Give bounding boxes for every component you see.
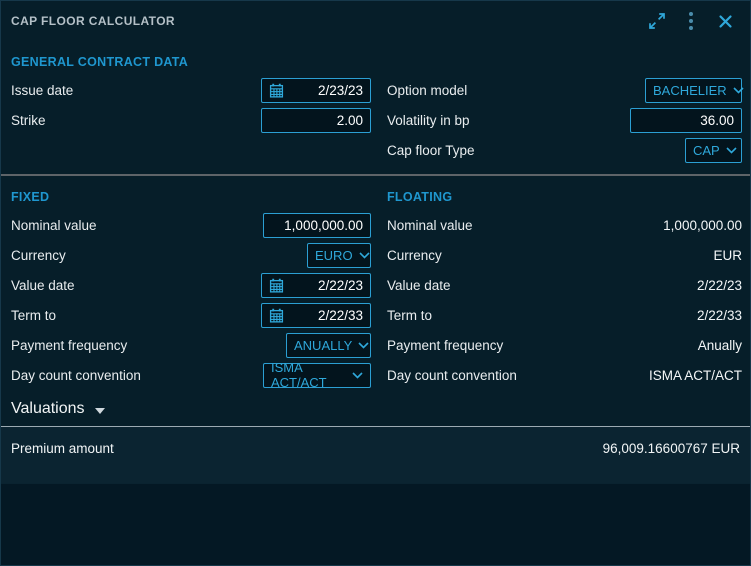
issue-date-label: Issue date xyxy=(11,83,73,98)
field-option-model: Option model BACHELIER xyxy=(387,75,742,105)
floating-term-to-label: Term to xyxy=(387,308,432,323)
field-cap-floor-type: Cap floor Type CAP xyxy=(387,135,742,165)
issue-date-value: 2/23/23 xyxy=(318,83,363,98)
strike-input[interactable]: 2.00 xyxy=(261,108,371,133)
fixed-term-to-value: 2/22/33 xyxy=(318,308,363,323)
general-right-spacer xyxy=(387,53,742,71)
volatility-input[interactable]: 36.00 xyxy=(630,108,742,133)
floating-day-count-value: ISMA ACT/ACT xyxy=(649,368,742,383)
cap-floor-type-select[interactable]: CAP xyxy=(685,138,742,163)
option-model-label: Option model xyxy=(387,83,467,98)
bottom-filler xyxy=(1,483,750,565)
premium-amount-value: 96,009.16600767 EUR xyxy=(603,441,740,456)
caret-down-icon[interactable] xyxy=(95,408,105,414)
strike-value: 2.00 xyxy=(337,113,363,128)
fixed-value-date-label: Value date xyxy=(11,278,75,293)
field-volatility: Volatility in bp 36.00 xyxy=(387,105,742,135)
floating-currency-label: Currency xyxy=(387,248,442,263)
field-floating-nominal: Nominal value 1,000,000.00 xyxy=(387,210,742,240)
valuations-title: Valuations xyxy=(11,400,85,418)
floating-payment-frequency-value: Anually xyxy=(698,338,742,353)
fixed-payment-frequency-select[interactable]: ANUALLY xyxy=(286,333,371,358)
field-floating-payment-frequency: Payment frequency Anually xyxy=(387,330,742,360)
fixed-nominal-input[interactable]: 1,000,000.00 xyxy=(263,213,371,238)
field-fixed-nominal: Nominal value 1,000,000.00 xyxy=(11,210,371,240)
fixed-term-to-label: Term to xyxy=(11,308,56,323)
floating-nominal-label: Nominal value xyxy=(387,218,473,233)
valuations-header[interactable]: Valuations xyxy=(1,392,750,426)
fixed-day-count-select[interactable]: ISMA ACT/ACT xyxy=(263,363,371,388)
fixed-payment-frequency-value: ANUALLY xyxy=(294,338,352,353)
volatility-label: Volatility in bp xyxy=(387,113,470,128)
chevron-down-icon xyxy=(726,147,737,154)
calendar-icon[interactable] xyxy=(269,278,284,293)
section-general-contract-data: GENERAL CONTRACT DATA Issue date xyxy=(1,41,750,165)
field-fixed-day-count: Day count convention ISMA ACT/ACT xyxy=(11,360,371,390)
chevron-down-icon xyxy=(359,252,370,259)
floating-payment-frequency-label: Payment frequency xyxy=(387,338,503,353)
fixed-day-count-label: Day count convention xyxy=(11,368,141,383)
cap-floor-type-label: Cap floor Type xyxy=(387,143,475,158)
fixed-nominal-label: Nominal value xyxy=(11,218,97,233)
fixed-value-date-value: 2/22/23 xyxy=(318,278,363,293)
field-fixed-payment-frequency: Payment frequency ANUALLY xyxy=(11,330,371,360)
cap-floor-calculator-window: CAP FLOOR CALCULATOR GENERAL CONTRACT DA… xyxy=(0,0,751,566)
cap-floor-type-value: CAP xyxy=(693,143,720,158)
field-floating-value-date: Value date 2/22/23 xyxy=(387,270,742,300)
calendar-icon[interactable] xyxy=(269,308,284,323)
strike-label: Strike xyxy=(11,113,46,128)
floating-value-date-value: 2/22/23 xyxy=(697,278,742,293)
fixed-currency-label: Currency xyxy=(11,248,66,263)
chevron-down-icon xyxy=(352,372,363,379)
issue-date-input[interactable]: 2/23/23 xyxy=(261,78,371,103)
close-icon[interactable] xyxy=(712,8,738,34)
field-fixed-currency: Currency EURO xyxy=(11,240,371,270)
fixed-value-date-input[interactable]: 2/22/23 xyxy=(261,273,371,298)
calendar-icon[interactable] xyxy=(269,83,284,98)
general-section-title: GENERAL CONTRACT DATA xyxy=(11,53,371,71)
chevron-down-icon xyxy=(358,342,369,349)
floating-nominal-value: 1,000,000.00 xyxy=(663,218,742,233)
floating-day-count-label: Day count convention xyxy=(387,368,517,383)
fixed-currency-select[interactable]: EURO xyxy=(307,243,371,268)
premium-amount-label: Premium amount xyxy=(11,441,114,456)
section-fixed-floating: FIXED Nominal value 1,000,000.00 Currenc… xyxy=(1,176,750,390)
option-model-select[interactable]: BACHELIER xyxy=(645,78,742,103)
floating-column: FLOATING Nominal value 1,000,000.00 Curr… xyxy=(381,188,750,390)
fixed-day-count-value: ISMA ACT/ACT xyxy=(271,360,346,390)
volatility-value: 36.00 xyxy=(700,113,734,128)
field-floating-term-to: Term to 2/22/33 xyxy=(387,300,742,330)
field-fixed-term-to: Term to xyxy=(11,300,371,330)
floating-value-date-label: Value date xyxy=(387,278,451,293)
fixed-column: FIXED Nominal value 1,000,000.00 Currenc… xyxy=(1,188,381,390)
field-floating-day-count: Day count convention ISMA ACT/ACT xyxy=(387,360,742,390)
window-title: CAP FLOOR CALCULATOR xyxy=(11,14,175,28)
titlebar: CAP FLOOR CALCULATOR xyxy=(1,1,750,41)
premium-amount-row: Premium amount 96,009.16600767 EUR xyxy=(1,427,750,483)
chevron-down-icon xyxy=(733,87,744,94)
field-strike: Strike 2.00 xyxy=(11,105,371,135)
fixed-section-title: FIXED xyxy=(11,188,371,206)
expand-icon[interactable] xyxy=(644,8,670,34)
fixed-term-to-input[interactable]: 2/22/33 xyxy=(261,303,371,328)
field-floating-currency: Currency EUR xyxy=(387,240,742,270)
option-model-value: BACHELIER xyxy=(653,83,727,98)
floating-currency-value: EUR xyxy=(713,248,742,263)
fixed-currency-value: EURO xyxy=(315,248,353,263)
fixed-nominal-value: 1,000,000.00 xyxy=(284,218,363,233)
floating-term-to-value: 2/22/33 xyxy=(697,308,742,323)
field-issue-date: Issue date xyxy=(11,75,371,105)
floating-section-title: FLOATING xyxy=(387,188,742,206)
field-fixed-value-date: Value date xyxy=(11,270,371,300)
kebab-menu-icon[interactable] xyxy=(678,8,704,34)
fixed-payment-frequency-label: Payment frequency xyxy=(11,338,127,353)
